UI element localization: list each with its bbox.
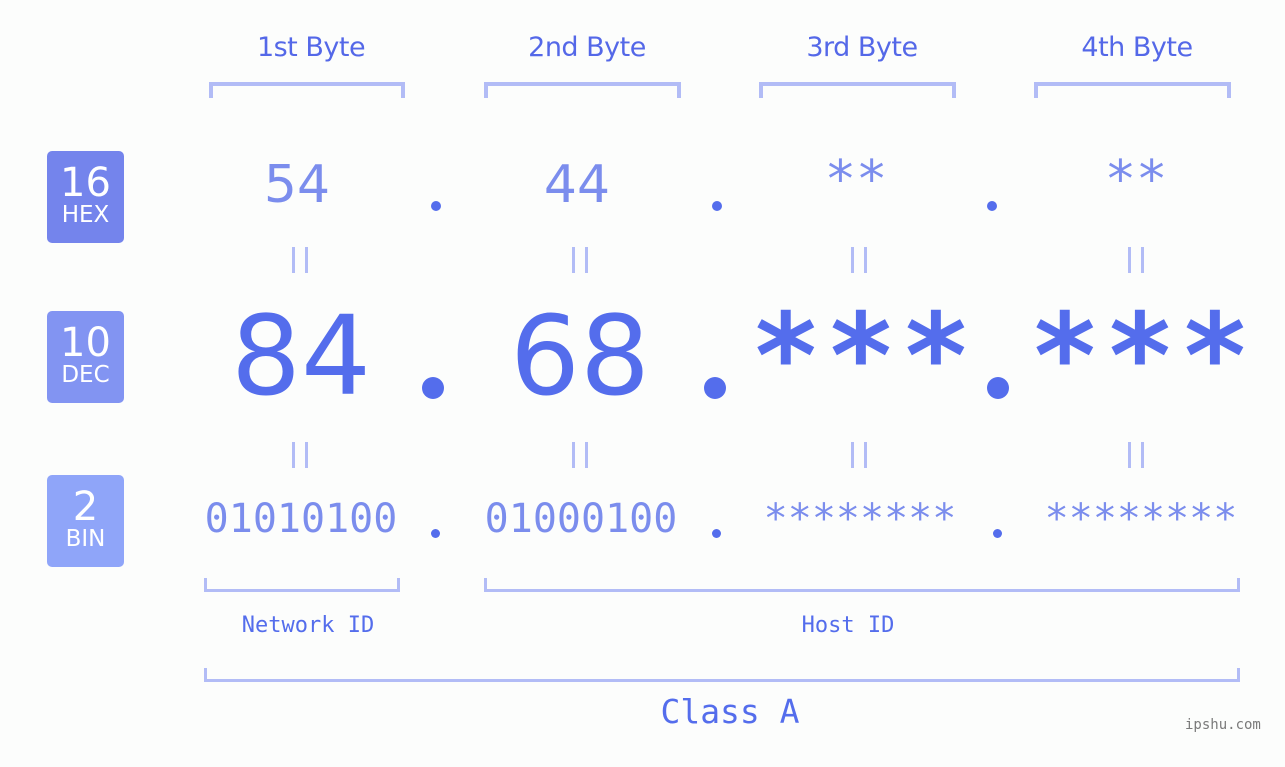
network-id-label: Network ID bbox=[241, 613, 375, 638]
byte-header-3: 3rd Byte bbox=[806, 32, 918, 63]
host-id-bracket bbox=[484, 578, 1240, 592]
hex-octet-1: 54 bbox=[263, 155, 331, 215]
bin-base-number: 2 bbox=[72, 484, 99, 530]
bin-dot-1 bbox=[431, 529, 440, 538]
class-bracket bbox=[204, 668, 1240, 682]
equals-icon bbox=[292, 442, 308, 468]
byte-bracket-4 bbox=[1034, 82, 1231, 98]
byte-header-2: 2nd Byte bbox=[528, 32, 646, 63]
dec-dot-3 bbox=[987, 377, 1009, 399]
bin-badge: 2 BIN bbox=[47, 475, 124, 567]
ip-class-label: Class A bbox=[660, 692, 800, 731]
byte-bracket-1 bbox=[209, 82, 405, 98]
bin-dot-3 bbox=[993, 529, 1002, 538]
equals-icon bbox=[851, 442, 867, 468]
bin-octet-4: ******** bbox=[1044, 496, 1238, 542]
hex-octet-3: ** bbox=[824, 150, 888, 210]
dec-base-number: 10 bbox=[60, 320, 111, 366]
hex-badge: 16 HEX bbox=[47, 151, 124, 243]
equals-icon bbox=[1128, 247, 1144, 273]
dec-octet-1: 84 bbox=[231, 292, 371, 420]
hex-dot-1 bbox=[431, 201, 441, 211]
equals-icon bbox=[851, 247, 867, 273]
byte-header-4: 4th Byte bbox=[1081, 32, 1193, 63]
equals-icon bbox=[292, 247, 308, 273]
dec-dot-2 bbox=[704, 377, 726, 399]
bin-octet-3: ******** bbox=[763, 496, 957, 542]
dec-octet-4: *** bbox=[1029, 287, 1255, 425]
host-id-label: Host ID bbox=[801, 613, 895, 638]
network-id-bracket bbox=[204, 578, 400, 592]
dec-base-label: DEC bbox=[61, 362, 110, 388]
hex-base-label: HEX bbox=[61, 202, 110, 228]
hex-dot-2 bbox=[712, 201, 722, 211]
bin-base-label: BIN bbox=[65, 526, 106, 552]
dec-dot-1 bbox=[422, 377, 444, 399]
byte-bracket-2 bbox=[484, 82, 681, 98]
byte-header-1: 1st Byte bbox=[256, 32, 366, 63]
watermark: ipshu.com bbox=[1185, 717, 1261, 733]
equals-icon bbox=[572, 442, 588, 468]
hex-base-number: 16 bbox=[60, 160, 111, 206]
hex-octet-4: ** bbox=[1104, 150, 1168, 210]
equals-icon bbox=[1128, 442, 1144, 468]
equals-icon bbox=[572, 247, 588, 273]
dec-octet-3: *** bbox=[750, 287, 976, 425]
dec-badge: 10 DEC bbox=[47, 311, 124, 403]
bin-octet-1: 01010100 bbox=[204, 496, 398, 542]
byte-bracket-3 bbox=[759, 82, 956, 98]
bin-octet-2: 01000100 bbox=[484, 496, 678, 542]
hex-dot-3 bbox=[987, 201, 997, 211]
dec-octet-2: 68 bbox=[510, 292, 650, 420]
hex-octet-2: 44 bbox=[543, 155, 611, 215]
bin-dot-2 bbox=[712, 529, 721, 538]
